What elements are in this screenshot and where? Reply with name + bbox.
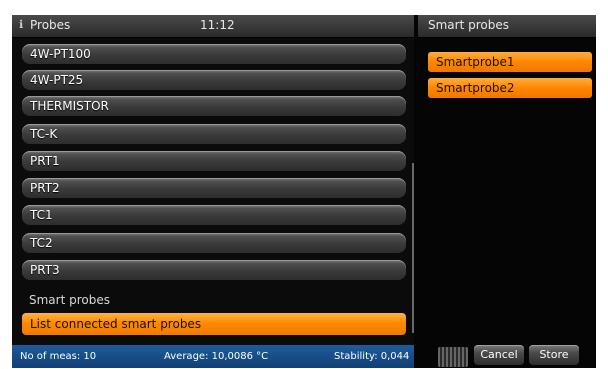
device-screen: ℹ Probes 11:12 4W-PT100 4W-PT25 THERMIST…	[12, 15, 596, 368]
probe-item[interactable]: PRT1	[22, 151, 406, 171]
probe-item[interactable]: 4W-PT100	[22, 44, 406, 64]
stability-readout: Stability: 0,044	[334, 351, 410, 362]
probe-item[interactable]: PRT2	[22, 178, 406, 198]
info-icon[interactable]: ℹ	[19, 18, 25, 32]
cancel-button[interactable]: Cancel	[474, 345, 524, 365]
average-readout: Average: 10,0086 °C	[164, 351, 269, 362]
probe-item[interactable]: TC1	[22, 205, 406, 225]
probes-panel: ℹ Probes 11:12 4W-PT100 4W-PT25 THERMIST…	[12, 15, 414, 368]
smart-probes-panel: Smart probes Smartprobe1 Smartprobe2 Can…	[418, 15, 596, 368]
smart-probe-item[interactable]: Smartprobe2	[428, 78, 592, 98]
meas-count: No of meas: 10	[20, 351, 97, 362]
probe-item[interactable]: THERMISTOR	[22, 96, 406, 116]
status-bar: No of meas: 10 Average: 10,0086 °C Stabi…	[12, 345, 414, 368]
store-button[interactable]: Store	[529, 345, 579, 365]
list-smart-probes-button[interactable]: List connected smart probes	[22, 313, 406, 335]
clock: 11:12	[200, 18, 235, 32]
probe-item[interactable]: TC2	[22, 233, 406, 253]
grip-handle-icon	[438, 347, 468, 367]
panel-title: Smart probes	[428, 18, 509, 32]
scrollbar[interactable]	[412, 163, 414, 333]
probe-item[interactable]: TC-K	[22, 124, 406, 144]
smart-probes-header: Smart probes	[418, 15, 596, 38]
smart-probe-item[interactable]: Smartprobe1	[428, 52, 592, 72]
probe-item[interactable]: PRT3	[22, 260, 406, 280]
smart-probes-section-label: Smart probes	[29, 293, 110, 307]
panel-title: Probes	[30, 18, 71, 32]
probe-item[interactable]: 4W-PT25	[22, 70, 406, 90]
probes-header: ℹ Probes 11:12	[12, 15, 414, 38]
